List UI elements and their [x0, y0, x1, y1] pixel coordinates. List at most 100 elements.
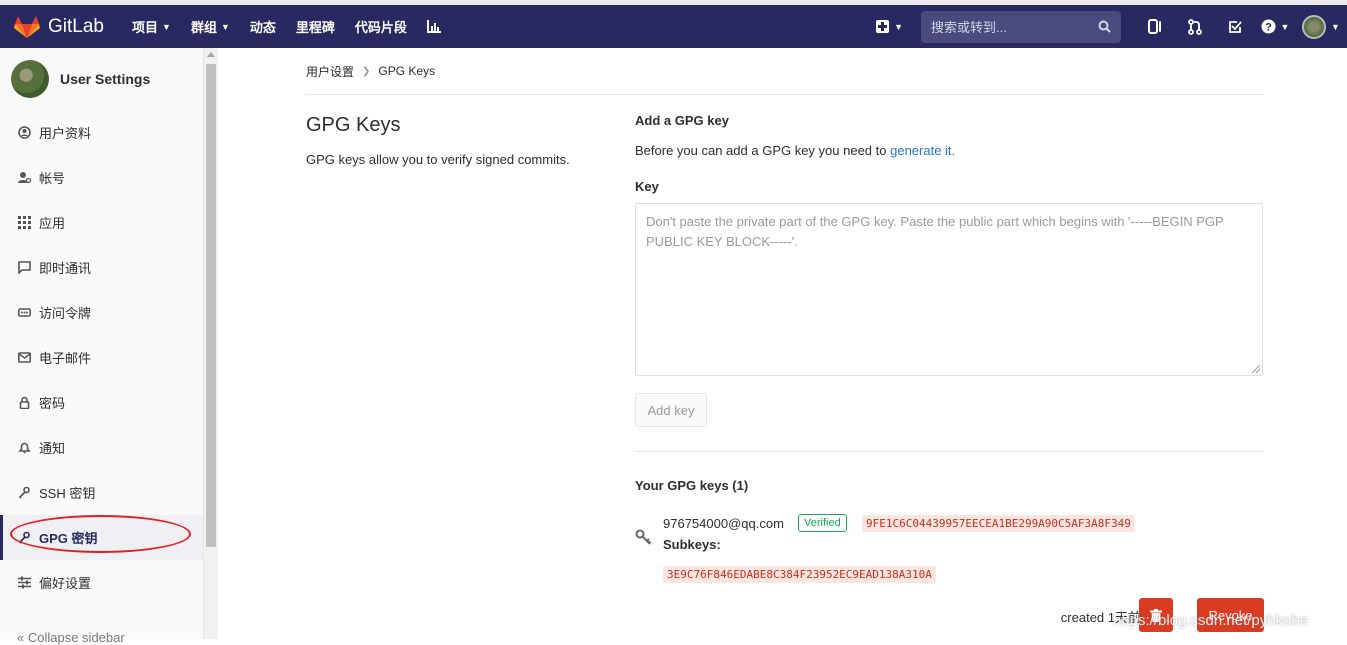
key-icon: [635, 529, 652, 549]
chevron-right-icon: ❯: [362, 65, 371, 77]
scroll-up-arrow-icon[interactable]: [207, 52, 215, 57]
sidebar-scrollbar[interactable]: [204, 48, 218, 639]
chevron-down-icon: ▼: [220, 21, 230, 32]
subkeys-label: Subkeys:: [663, 537, 721, 552]
main-content: 用户设置 ❯ GPG Keys GPG Keys GPG keys allow …: [306, 48, 1264, 583]
before-text-label: Before you can add a GPG key you need to: [635, 143, 891, 158]
breadcrumb-current[interactable]: GPG Keys: [378, 64, 435, 78]
chart-icon[interactable]: [417, 20, 451, 33]
watermark: https://blog.csdn.net/pyhkobe: [1113, 612, 1309, 629]
applications-icon: [17, 216, 31, 230]
issues-icon[interactable]: [1135, 19, 1175, 34]
gpg-form-column: Add a GPG key Before you can add a GPG k…: [635, 113, 1264, 615]
sidebar-item-emails[interactable]: 电子邮件: [0, 335, 203, 380]
subkey-fingerprint: 3E9C76F846EDABE8C384F23952EC9EAD138A310A: [663, 566, 936, 583]
nav-milestones-label: 里程碑: [295, 20, 335, 35]
token-icon: [17, 306, 31, 320]
plus-icon: [876, 20, 890, 33]
sidebar-item-label: 电子邮件: [39, 351, 92, 366]
sidebar-item-label: 通知: [39, 441, 66, 456]
sidebar-item-applications[interactable]: 应用: [0, 200, 203, 245]
avatar: [11, 60, 49, 98]
search-icon: [1098, 20, 1111, 33]
sidebar-item-label: 帐号: [39, 171, 66, 186]
divider: [635, 451, 1263, 452]
verified-badge: Verified: [798, 514, 847, 532]
email-icon: [17, 351, 31, 365]
sidebar-item-access-tokens[interactable]: 访问令牌: [0, 290, 203, 335]
nav-activity-label: 动态: [249, 20, 276, 35]
add-key-button[interactable]: Add key: [635, 393, 707, 427]
nav-snippets[interactable]: 代码片段: [345, 5, 417, 48]
sidebar-item-label: SSH 密钥: [39, 486, 96, 501]
before-text: Before you can add a GPG key you need to…: [635, 143, 1264, 158]
red-annotation-circle: [10, 515, 191, 553]
merge-request-icon[interactable]: [1175, 18, 1215, 35]
collapse-sidebar-button[interactable]: « Collapse sidebar: [17, 630, 125, 645]
key-email: 976754000@qq.com: [663, 516, 784, 531]
sidebar-item-label: 访问令牌: [39, 306, 92, 321]
sidebar-item-chat[interactable]: 即时通讯: [0, 245, 203, 290]
sidebar-item-preferences[interactable]: 偏好设置: [0, 560, 203, 605]
bell-icon: [17, 441, 31, 455]
add-key-heading: Add a GPG key: [635, 113, 729, 128]
preferences-icon: [17, 576, 31, 590]
collapse-label: Collapse sidebar: [27, 630, 125, 645]
search-placeholder: 搜索或转到...: [931, 20, 1007, 35]
user-menu[interactable]: ▼: [1295, 14, 1347, 39]
gitlab-logo[interactable]: GitLab: [14, 15, 122, 39]
sidebar-item-label: 用户资料: [39, 126, 92, 141]
sidebar-header[interactable]: User Settings: [0, 48, 203, 110]
nav-projects-label: 项目: [132, 20, 159, 35]
sidebar-item-label: 即时通讯: [39, 261, 92, 276]
nav-groups[interactable]: 群组 ▼: [181, 5, 240, 48]
key-label: Key: [635, 179, 659, 194]
page-title: GPG Keys: [306, 114, 401, 136]
top-navbar: GitLab 项目 ▼ 群组 ▼ 动态 里程碑 代码片段 ▼ 搜索或转到... ? …: [0, 0, 1347, 48]
sidebar-item-password[interactable]: 密码: [0, 380, 203, 425]
breadcrumb: 用户设置 ❯ GPG Keys: [306, 48, 1264, 95]
help-icon: ?: [1261, 19, 1276, 34]
breadcrumb-parent[interactable]: 用户设置: [306, 63, 354, 80]
generate-link[interactable]: generate it.: [890, 143, 955, 158]
search-input[interactable]: 搜索或转到...: [921, 10, 1121, 43]
brand-name: GitLab: [48, 15, 104, 37]
help-dropdown[interactable]: ? ▼: [1255, 19, 1295, 34]
key-fingerprint: 9FE1C6C04439957EECEA1BE299A90C5AF3A8F349: [862, 515, 1135, 532]
avatar: [1302, 14, 1327, 39]
page-description: GPG keys allow you to verify signed comm…: [306, 152, 570, 167]
key-textarea-placeholder: Don't paste the private part of the GPG …: [646, 214, 1224, 249]
svg-text:?: ?: [1265, 22, 1272, 34]
resize-grip-icon[interactable]: [1252, 365, 1260, 373]
nav-activity[interactable]: 动态: [240, 5, 286, 48]
account-icon: [17, 171, 31, 185]
todo-icon[interactable]: [1215, 20, 1255, 34]
nav-groups-label: 群组: [190, 20, 217, 35]
sidebar-item-ssh-keys[interactable]: SSH 密钥: [0, 470, 203, 515]
key-textarea[interactable]: Don't paste the private part of the GPG …: [635, 203, 1263, 376]
scrollbar-thumb[interactable]: [206, 64, 216, 547]
chevron-down-icon: ▼: [162, 21, 171, 32]
sidebar-item-notifications[interactable]: 通知: [0, 425, 203, 470]
chevron-down-icon: ▼: [1280, 21, 1290, 32]
chevron-down-icon: ▼: [1331, 21, 1340, 32]
nav-projects[interactable]: 项目 ▼: [122, 5, 181, 48]
sidebar-item-profile[interactable]: 用户资料: [0, 110, 203, 155]
chevron-down-icon: ▼: [894, 21, 903, 32]
page-intro: GPG Keys GPG keys allow you to verify si…: [306, 114, 606, 167]
tanuki-icon: [14, 15, 40, 38]
key-icon: [17, 486, 31, 500]
lock-icon: [17, 396, 31, 410]
sidebar-item-account[interactable]: 帐号: [0, 155, 203, 200]
sidebar-item-label: 密码: [39, 396, 66, 411]
your-keys-heading: Your GPG keys (1): [635, 478, 749, 493]
sidebar-item-label: 偏好设置: [39, 576, 92, 591]
double-chevron-left-icon: «: [17, 630, 25, 645]
profile-icon: [17, 126, 31, 140]
chat-icon: [17, 261, 31, 275]
new-dropdown-button[interactable]: ▼: [876, 20, 903, 33]
sidebar-title: User Settings: [60, 71, 151, 87]
sidebar-item-label: 应用: [39, 216, 66, 231]
nav-milestones[interactable]: 里程碑: [286, 5, 345, 48]
nav-snippets-label: 代码片段: [354, 20, 407, 35]
